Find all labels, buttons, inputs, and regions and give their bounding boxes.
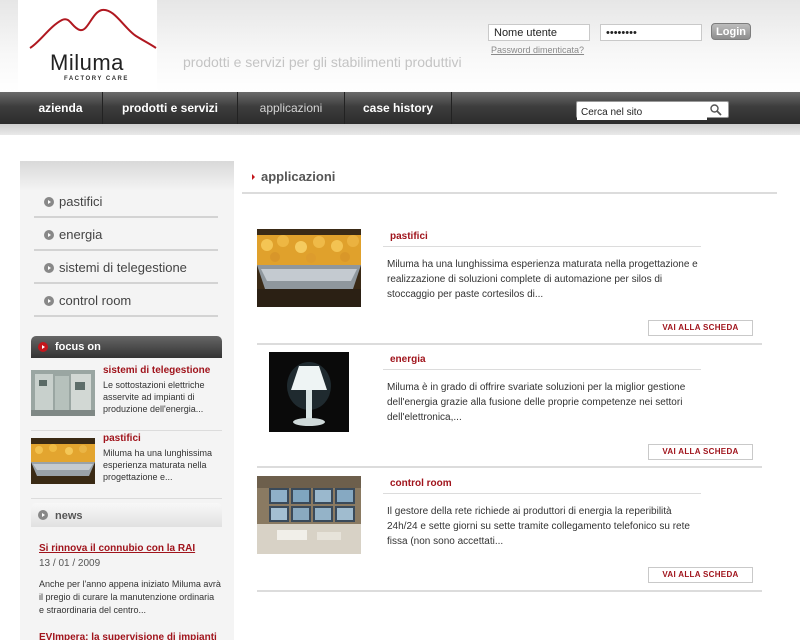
card-text: Miluma è in grado di offrire svariate so… <box>387 382 686 423</box>
sidebar-item-energia[interactable]: energia <box>34 218 218 251</box>
nav-item-azienda[interactable]: azienda <box>19 92 103 124</box>
application-card: pastifici Miluma ha una lunghissima espe… <box>257 229 762 345</box>
nav-item-case-history[interactable]: case history <box>345 92 452 124</box>
vai-alla-scheda-button[interactable]: VAI ALLA SCHEDA <box>648 320 753 336</box>
bullet-arrow-icon <box>38 510 48 520</box>
sidebar-item-pastifici[interactable]: pastifici <box>34 185 218 218</box>
news-item-title[interactable]: EVImpera: la supervisione di impianti <box>39 632 217 640</box>
application-card: energia Miluma è in grado di offrire sva… <box>257 352 762 468</box>
username-field[interactable] <box>488 24 590 41</box>
lamp-image <box>269 352 349 432</box>
substation-thumbnail <box>31 370 95 416</box>
card-title[interactable]: pastifici <box>383 231 701 247</box>
page-title: applicazioni <box>261 169 336 184</box>
focus-item-text: Miluma ha una lunghissima esperienza mat… <box>103 448 213 482</box>
bullet-arrow-icon <box>44 263 54 273</box>
search-box <box>576 101 729 120</box>
nav-item-applicazioni[interactable]: applicazioni <box>238 92 345 124</box>
vai-alla-scheda-button[interactable]: VAI ALLA SCHEDA <box>648 444 753 460</box>
title-arrow-icon <box>252 174 255 180</box>
focus-item-title: sistemi di telegestione <box>103 365 211 376</box>
header: Miluma FACTORY CARE prodotti e servizi p… <box>0 0 800 92</box>
bullet-arrow-icon <box>44 197 54 207</box>
brand-subtitle: FACTORY CARE <box>64 76 129 82</box>
bullet-arrow-icon <box>38 342 48 352</box>
application-card: control room Il gestore della rete richi… <box>257 476 762 592</box>
login-button[interactable]: Login <box>711 23 751 40</box>
card-text: Miluma ha una lunghissima esperienza mat… <box>387 259 698 300</box>
focus-item[interactable]: pastifici Miluma ha una lunghissima espe… <box>31 433 222 499</box>
focus-item[interactable]: sistemi di telegestione Le sottostazioni… <box>31 365 222 431</box>
pasta-silo-image <box>257 229 361 307</box>
card-text: Il gestore della rete richiede ai produt… <box>387 506 690 547</box>
news-title-heading: news <box>55 510 83 522</box>
mountain-logo-icon <box>29 8 157 49</box>
password-field[interactable] <box>600 24 702 41</box>
vai-alla-scheda-button[interactable]: VAI ALLA SCHEDA <box>648 567 753 583</box>
page: Miluma FACTORY CARE prodotti e servizi p… <box>0 0 800 640</box>
news-header: news <box>31 503 222 527</box>
search-icon[interactable] <box>710 104 722 116</box>
news-item-text: Anche per l'anno appena iniziato Miluma … <box>39 579 221 615</box>
sidebar-item-label: sistemi di telegestione <box>59 260 187 275</box>
tagline: prodotti e servizi per gli stabilimenti … <box>183 54 462 70</box>
focus-item-text: Le sottostazioni elettriche asservite ad… <box>103 380 205 414</box>
bullet-arrow-icon <box>44 230 54 240</box>
search-input[interactable] <box>577 105 707 120</box>
brand-name: Miluma <box>50 50 124 75</box>
pasta-thumbnail <box>31 438 95 484</box>
sidebar-item-label: energia <box>59 227 103 242</box>
focus-on-title: focus on <box>55 341 101 353</box>
control-room-image <box>257 476 361 554</box>
focus-item-title: pastifici <box>103 433 141 444</box>
sidebar-item-control-room[interactable]: control room <box>34 284 218 317</box>
logo[interactable]: Miluma FACTORY CARE <box>18 0 157 92</box>
sidebar-item-telegestione[interactable]: sistemi di telegestione <box>34 251 218 284</box>
sidebar-item-label: control room <box>59 293 132 308</box>
forgot-password-link[interactable]: Password dimenticata? <box>491 45 584 55</box>
bullet-arrow-icon <box>44 296 54 306</box>
card-title[interactable]: control room <box>383 478 701 494</box>
focus-on-header: focus on <box>31 336 222 358</box>
news-item-date: 13 / 01 / 2009 <box>39 558 101 569</box>
sidebar-item-label: pastifici <box>59 194 103 209</box>
nav-item-prodotti[interactable]: prodotti e servizi <box>103 92 238 124</box>
nav-strip <box>0 124 800 135</box>
title-divider <box>242 192 777 194</box>
card-title[interactable]: energia <box>383 354 701 370</box>
news-item-title[interactable]: Si rinnova il connubio con la RAI <box>39 543 195 554</box>
